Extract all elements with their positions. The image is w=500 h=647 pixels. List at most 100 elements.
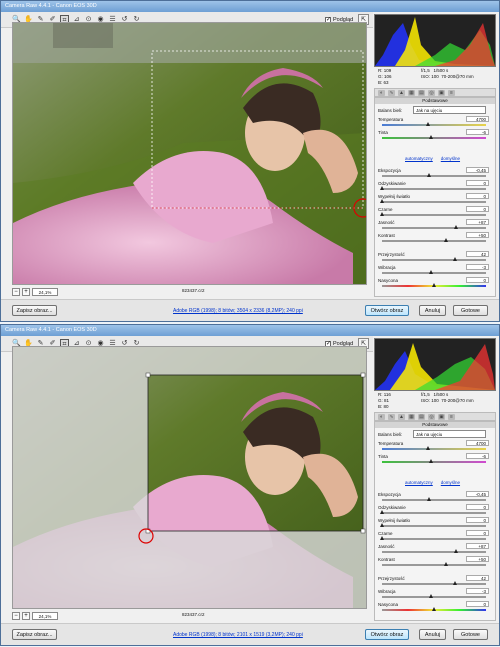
slider-4[interactable]: Wypełnij światło 0: [378, 193, 492, 206]
slider-value-field[interactable]: 0: [466, 277, 489, 283]
save-image-button[interactable]: Zapisz obraz...: [12, 305, 57, 316]
slider-2[interactable]: Ekspozycja -0,45: [378, 167, 492, 180]
slider-thumb[interactable]: [453, 581, 458, 585]
auto-link[interactable]: automatyczny: [405, 480, 433, 485]
slider-thumb[interactable]: [429, 459, 434, 463]
slider-9[interactable]: Wibracja -3: [378, 588, 492, 601]
tab-basic-icon[interactable]: ◐: [378, 414, 385, 420]
slider-track[interactable]: [382, 240, 486, 242]
slider-value-field[interactable]: +50: [466, 556, 489, 562]
slider-0[interactable]: Temperatura 4700: [378, 116, 492, 129]
slider-thumb[interactable]: [379, 536, 384, 540]
slider-track[interactable]: [382, 583, 486, 585]
slider-value-field[interactable]: 0: [466, 206, 489, 212]
tab-curve-icon[interactable]: ∿: [388, 90, 395, 96]
slider-thumb[interactable]: [379, 212, 384, 216]
slider-value-field[interactable]: 0: [466, 601, 489, 607]
cancel-button[interactable]: Anuluj: [419, 629, 446, 640]
tab-presets-icon[interactable]: ≡: [448, 90, 455, 96]
slider-track[interactable]: [382, 525, 486, 527]
tab-basic-icon[interactable]: ◐: [378, 90, 385, 96]
slider-value-field[interactable]: 42: [466, 575, 489, 581]
tab-split-icon[interactable]: ▤: [418, 90, 425, 96]
slider-thumb[interactable]: [379, 186, 384, 190]
slider-5[interactable]: Czarne 0: [378, 530, 492, 543]
zoom-out-button[interactable]: −: [12, 288, 20, 296]
slider-track[interactable]: [382, 188, 486, 190]
tab-detail-icon[interactable]: ▲: [398, 414, 405, 420]
auto-link[interactable]: automatyczny: [405, 156, 433, 161]
slider-thumb[interactable]: [454, 549, 459, 553]
slider-value-field[interactable]: 0: [466, 530, 489, 536]
save-image-button[interactable]: Zapisz obraz...: [12, 629, 57, 640]
slider-track[interactable]: [382, 448, 486, 450]
zoom-in-button[interactable]: +: [22, 612, 30, 620]
slider-thumb[interactable]: [443, 562, 448, 566]
slider-7[interactable]: Kontrast +50: [378, 556, 492, 569]
slider-value-field[interactable]: +50: [466, 232, 489, 238]
wb-select[interactable]: Jak na ujęciu: [413, 106, 486, 114]
slider-4[interactable]: Wypełnij światło 0: [378, 517, 492, 530]
workflow-options-link[interactable]: Adobe RGB (1998); 8 bitów; 2101 x 1519 (…: [173, 632, 303, 638]
slider-track[interactable]: [382, 214, 486, 216]
slider-track[interactable]: [382, 124, 486, 126]
slider-2[interactable]: Ekspozycja -0,45: [378, 491, 492, 504]
slider-thumb[interactable]: [431, 283, 436, 287]
slider-value-field[interactable]: +87: [466, 219, 489, 225]
image-preview[interactable]: [12, 22, 373, 285]
slider-thumb[interactable]: [426, 122, 431, 126]
slider-8[interactable]: Przejrzystość 42: [378, 251, 492, 264]
slider-8[interactable]: Przejrzystość 42: [378, 575, 492, 588]
slider-thumb[interactable]: [431, 607, 436, 611]
tab-hsl-icon[interactable]: ▦: [408, 414, 415, 420]
slider-value-field[interactable]: -3: [466, 264, 489, 270]
slider-track[interactable]: [382, 201, 486, 203]
slider-value-field[interactable]: -3: [466, 588, 489, 594]
slider-track[interactable]: [382, 461, 486, 463]
slider-7[interactable]: Kontrast +50: [378, 232, 492, 245]
done-button[interactable]: Gotowe: [453, 305, 488, 316]
slider-thumb[interactable]: [454, 225, 459, 229]
slider-3[interactable]: Odzyskiwanie 0: [378, 504, 492, 517]
zoom-in-button[interactable]: +: [22, 288, 30, 296]
slider-thumb[interactable]: [429, 135, 434, 139]
slider-thumb[interactable]: [453, 257, 458, 261]
slider-value-field[interactable]: -0,45: [466, 167, 489, 173]
slider-value-field[interactable]: 42: [466, 251, 489, 257]
tab-detail-icon[interactable]: ▲: [398, 90, 405, 96]
open-image-button[interactable]: Otwórz obraz: [365, 629, 409, 640]
image-preview[interactable]: [12, 346, 367, 609]
slider-1[interactable]: Tinta -6: [378, 129, 492, 142]
slider-3[interactable]: Odzyskiwanie 0: [378, 180, 492, 193]
slider-value-field[interactable]: 0: [466, 517, 489, 523]
slider-thumb[interactable]: [379, 199, 384, 203]
slider-value-field[interactable]: 0: [466, 193, 489, 199]
slider-5[interactable]: Czarne 0: [378, 206, 492, 219]
slider-value-field[interactable]: 4700: [466, 116, 489, 122]
slider-thumb[interactable]: [429, 594, 434, 598]
zoom-out-button[interactable]: −: [12, 612, 20, 620]
slider-10[interactable]: Nasycona 0: [378, 277, 492, 290]
slider-thumb[interactable]: [379, 523, 384, 527]
zoom-level[interactable]: 24,1%: [32, 612, 58, 620]
slider-track[interactable]: [382, 137, 486, 139]
zoom-level[interactable]: 24,1%: [32, 288, 58, 296]
slider-value-field[interactable]: -6: [466, 129, 489, 135]
done-button[interactable]: Gotowe: [453, 629, 488, 640]
slider-thumb[interactable]: [427, 497, 432, 501]
slider-6[interactable]: Jasność +87: [378, 543, 492, 556]
tab-split-icon[interactable]: ▤: [418, 414, 425, 420]
default-link[interactable]: domyślne: [441, 480, 460, 485]
slider-track[interactable]: [382, 596, 486, 598]
slider-track[interactable]: [382, 551, 486, 553]
slider-track[interactable]: [382, 512, 486, 514]
slider-value-field[interactable]: 0: [466, 504, 489, 510]
slider-thumb[interactable]: [429, 270, 434, 274]
tab-hsl-icon[interactable]: ▦: [408, 90, 415, 96]
slider-value-field[interactable]: 4700: [466, 440, 489, 446]
wb-select[interactable]: Jak na ujęciu: [413, 430, 486, 438]
tab-lens-icon[interactable]: ◎: [428, 414, 435, 420]
slider-thumb[interactable]: [427, 173, 432, 177]
slider-track[interactable]: [382, 564, 486, 566]
slider-value-field[interactable]: +87: [466, 543, 489, 549]
